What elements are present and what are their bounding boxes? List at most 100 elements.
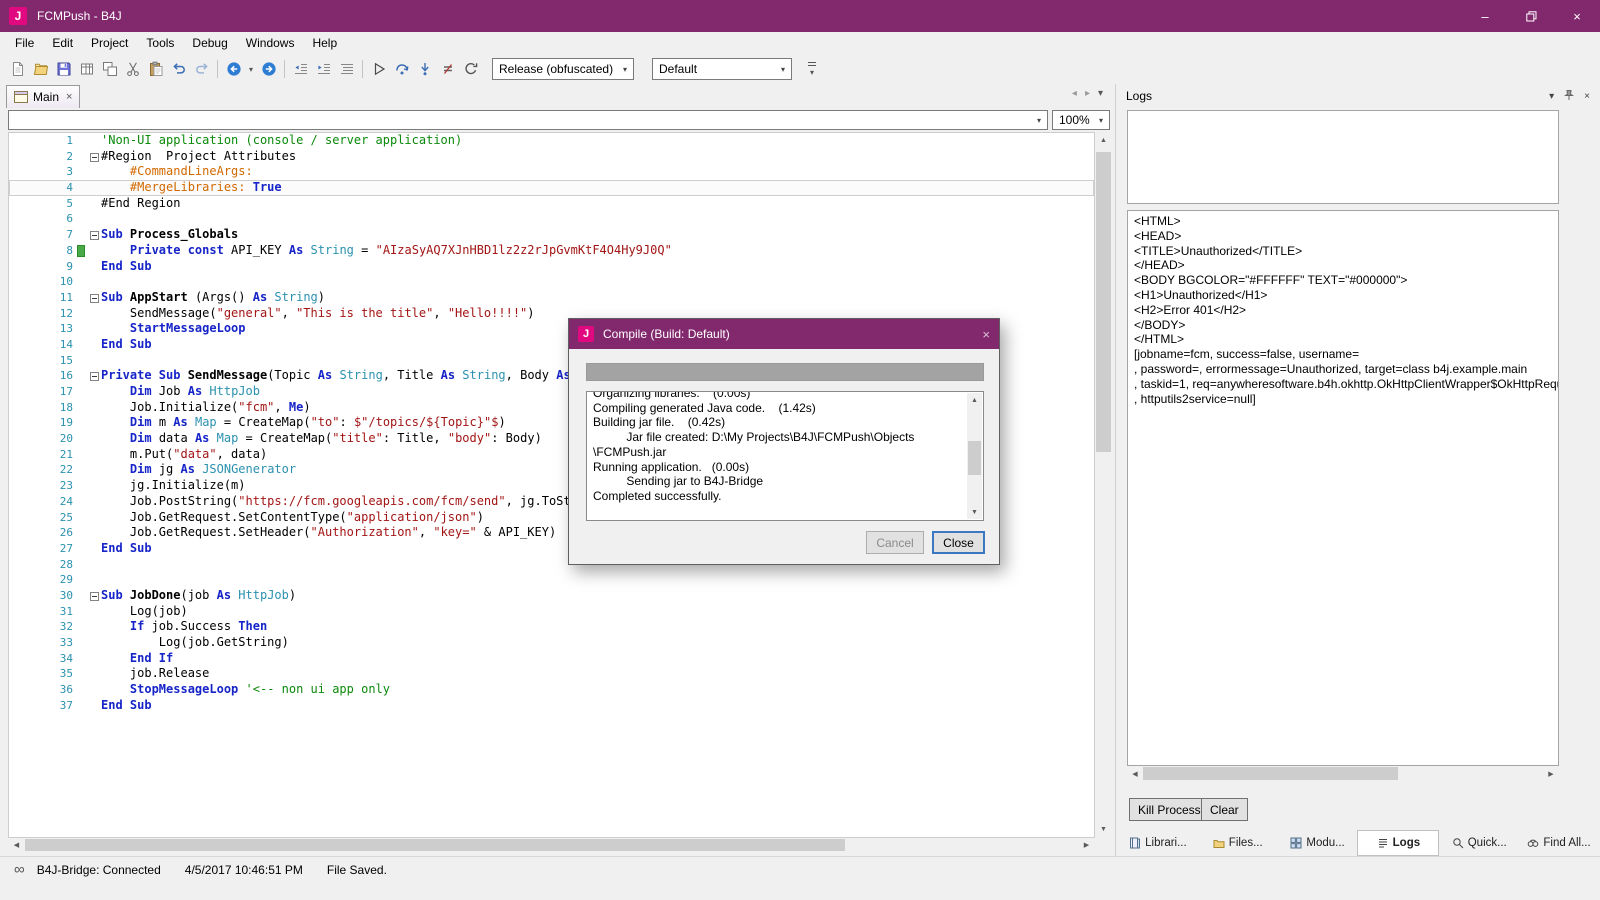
redo-button[interactable] xyxy=(190,57,213,81)
scroll-right-icon[interactable]: ▶ xyxy=(1543,766,1559,781)
breakpoint-gutter[interactable] xyxy=(9,619,21,635)
breakpoint-gutter[interactable] xyxy=(9,494,21,510)
panel-tab-libraries[interactable]: Librari... xyxy=(1118,830,1198,856)
fold-toggle-icon[interactable] xyxy=(90,592,99,601)
breakpoint-gutter[interactable] xyxy=(9,572,21,588)
back-menu-button[interactable]: ▾ xyxy=(245,57,257,81)
close-icon[interactable]: × xyxy=(1584,91,1590,102)
module-selector[interactable]: ▾ xyxy=(8,110,1048,130)
breakpoint-gutter[interactable] xyxy=(9,133,21,149)
code-line[interactable]: 5#End Region xyxy=(9,196,1094,212)
tab-scroll-left-icon[interactable]: ◂ xyxy=(1072,88,1077,99)
step-into-button[interactable] xyxy=(413,57,436,81)
breakpoint-gutter[interactable] xyxy=(9,243,21,259)
paste-button[interactable] xyxy=(144,57,167,81)
code-line[interactable]: 36 StopMessageLoop '<-- non ui app only xyxy=(9,682,1094,698)
undo-button[interactable] xyxy=(167,57,190,81)
logs-hscrollbar[interactable]: ◀ ▶ xyxy=(1127,766,1559,781)
toolbar-overflow-button[interactable]: ▾ xyxy=(804,62,820,77)
zoom-selector[interactable]: 100% ▾ xyxy=(1052,110,1110,130)
code-line[interactable]: 32 If job.Success Then xyxy=(9,619,1094,635)
scroll-down-icon[interactable]: ▼ xyxy=(967,505,982,519)
breakpoint-gutter[interactable] xyxy=(9,462,21,478)
breakpoint-gutter[interactable] xyxy=(9,635,21,651)
dialog-vscrollbar[interactable]: ▲ ▼ xyxy=(967,393,982,519)
breakpoint-gutter[interactable] xyxy=(9,557,21,573)
scrollbar-thumb[interactable] xyxy=(25,839,845,851)
breakpoints-button[interactable] xyxy=(436,57,459,81)
breakpoint-gutter[interactable] xyxy=(9,353,21,369)
breakpoint-gutter[interactable] xyxy=(9,604,21,620)
code-line[interactable]: 9End Sub xyxy=(9,259,1094,275)
tab-scroll-right-icon[interactable]: ▸ xyxy=(1085,88,1090,99)
breakpoint-gutter[interactable] xyxy=(9,400,21,416)
breakpoint-gutter[interactable] xyxy=(9,666,21,682)
rebuild-button[interactable] xyxy=(459,57,482,81)
breakpoint-gutter[interactable] xyxy=(9,478,21,494)
code-line[interactable]: 34 End If xyxy=(9,651,1094,667)
close-button[interactable]: × xyxy=(1554,0,1600,32)
code-line[interactable]: 35 job.Release xyxy=(9,666,1094,682)
breakpoint-gutter[interactable] xyxy=(9,447,21,463)
code-line[interactable]: 6 xyxy=(9,211,1094,227)
menu-file[interactable]: File xyxy=(6,33,43,53)
forward-button[interactable] xyxy=(257,57,280,81)
designer-button[interactable] xyxy=(75,57,98,81)
breakpoint-gutter[interactable] xyxy=(9,321,21,337)
code-line[interactable]: 2#Region Project Attributes xyxy=(9,149,1094,165)
breakpoint-gutter[interactable] xyxy=(9,337,21,353)
pin-icon[interactable] xyxy=(1563,89,1575,104)
code-line[interactable]: 7Sub Process_Globals xyxy=(9,227,1094,243)
breakpoint-gutter[interactable] xyxy=(9,227,21,243)
code-line[interactable]: 8 Private const API_KEY As String = "AIz… xyxy=(9,243,1094,259)
step-over-button[interactable] xyxy=(390,57,413,81)
breakpoint-gutter[interactable] xyxy=(9,525,21,541)
tab-close-icon[interactable]: × xyxy=(66,91,72,103)
scroll-left-icon[interactable]: ◀ xyxy=(8,838,25,852)
minimize-button[interactable]: – xyxy=(1462,0,1508,32)
fold-toggle-icon[interactable] xyxy=(90,372,99,381)
scrollbar-thumb[interactable] xyxy=(1143,767,1398,780)
code-line[interactable]: 29 xyxy=(9,572,1094,588)
logs-text[interactable]: <HTML><HEAD><TITLE>Unauthorized</TITLE><… xyxy=(1127,210,1559,766)
breakpoint-gutter[interactable] xyxy=(9,651,21,667)
dialog-close-icon[interactable]: × xyxy=(964,327,990,342)
cancel-button[interactable]: Cancel xyxy=(866,531,924,554)
fold-toggle-icon[interactable] xyxy=(90,231,99,240)
breakpoint-gutter[interactable] xyxy=(9,180,21,196)
panel-tab-logs[interactable]: Logs xyxy=(1357,830,1439,856)
scroll-right-icon[interactable]: ▶ xyxy=(1078,838,1095,852)
scrollbar-thumb[interactable] xyxy=(1096,152,1111,452)
menu-edit[interactable]: Edit xyxy=(43,33,82,53)
save-button[interactable] xyxy=(52,57,75,81)
scrollbar-thumb[interactable] xyxy=(968,441,981,475)
breakpoint-gutter[interactable] xyxy=(9,368,21,384)
open-button[interactable] xyxy=(29,57,52,81)
code-line[interactable]: 10 xyxy=(9,274,1094,290)
cut-button[interactable] xyxy=(121,57,144,81)
code-line[interactable]: 31 Log(job) xyxy=(9,604,1094,620)
editor-vscrollbar[interactable]: ▲ ▼ xyxy=(1095,132,1112,838)
scroll-left-icon[interactable]: ◀ xyxy=(1127,766,1143,781)
indent-button[interactable] xyxy=(312,57,335,81)
breakpoint-gutter[interactable] xyxy=(9,164,21,180)
breakpoint-gutter[interactable] xyxy=(9,290,21,306)
close-dialog-button[interactable]: Close xyxy=(932,531,985,554)
breakpoint-gutter[interactable] xyxy=(9,510,21,526)
code-line[interactable]: 3 #CommandLineArgs: xyxy=(9,164,1094,180)
modules-button[interactable] xyxy=(98,57,121,81)
code-line[interactable]: 37End Sub xyxy=(9,698,1094,714)
breakpoint-gutter[interactable] xyxy=(9,431,21,447)
breakpoint-gutter[interactable] xyxy=(9,274,21,290)
clear-logs-button[interactable]: Clear xyxy=(1201,798,1248,821)
code-line[interactable]: 1'Non-UI application (console / server a… xyxy=(9,133,1094,149)
menu-project[interactable]: Project xyxy=(82,33,137,53)
kill-process-button[interactable]: Kill Process xyxy=(1129,798,1210,821)
back-button[interactable] xyxy=(222,57,245,81)
code-line[interactable]: 33 Log(job.GetString) xyxy=(9,635,1094,651)
breakpoint-gutter[interactable] xyxy=(9,384,21,400)
chevron-down-icon[interactable]: ▾ xyxy=(1549,91,1554,102)
run-button[interactable] xyxy=(367,57,390,81)
breakpoint-gutter[interactable] xyxy=(9,149,21,165)
menu-windows[interactable]: Windows xyxy=(237,33,304,53)
